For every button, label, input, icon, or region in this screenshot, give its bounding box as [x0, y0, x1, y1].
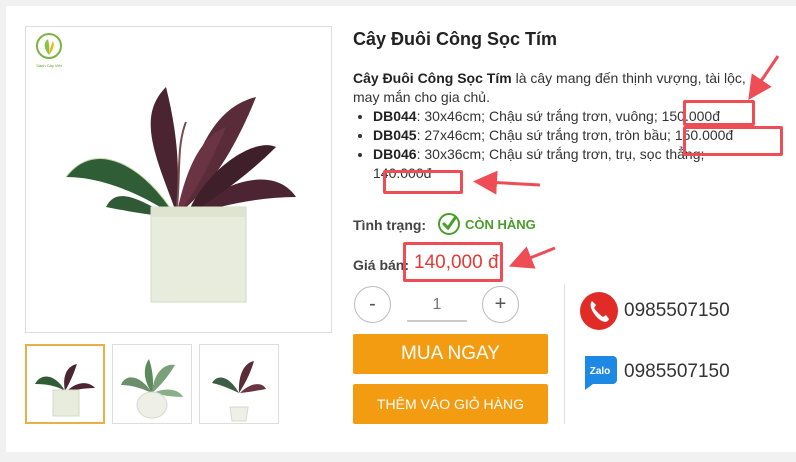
variant-spec: : 30x46cm; Chậu sứ trắng trơn, vuông; [416, 108, 662, 124]
quantity-decrease-button[interactable]: - [354, 286, 391, 323]
annotation-box-variant2-price [683, 126, 783, 156]
variant-code: DB045 [373, 127, 417, 143]
quantity-increase-button[interactable]: + [482, 286, 519, 323]
annotation-box-sale-price [403, 242, 503, 282]
variant-spec: : 27x46cm; Chậu sứ trắng trơn, tròn bầu; [416, 127, 675, 143]
annotation-box-variant1-price [683, 100, 755, 126]
phone-number: 0985507150 [624, 300, 730, 321]
product-main-image[interactable]: Sành Cây Việt [25, 26, 332, 333]
variant-code: DB044 [373, 108, 417, 124]
variant-spec: : 30x36cm; Chậu sứ trắng trơn, trụ, sọc … [416, 146, 705, 162]
product-title: Cây Đuôi Công Sọc Tím [353, 29, 558, 49]
plant-illustration [65, 87, 296, 303]
stock-status-badge: CÒN HÀNG [437, 212, 536, 236]
zalo-number: 0985507150 [624, 361, 730, 382]
add-to-cart-button[interactable]: THÊM VÀO GIỎ HÀNG [353, 384, 548, 424]
description-bold-name: Cây Đuôi Công Sọc Tím [353, 70, 512, 86]
quantity-input[interactable] [407, 290, 467, 322]
stock-text: CÒN HÀNG [465, 216, 536, 232]
svg-text:Sành Cây Việt: Sành Cây Việt [36, 63, 62, 68]
phone-icon [580, 292, 618, 330]
shop-logo: Sành Cây Việt [36, 33, 63, 68]
stock-status-label: Tình trạng: [353, 217, 427, 233]
thumbnail-2[interactable] [112, 344, 192, 424]
zalo-contact[interactable]: Zalo 0985507150 [579, 352, 730, 392]
svg-text:Zalo: Zalo [590, 366, 611, 377]
zalo-icon: Zalo [585, 356, 617, 390]
price-label: Giá bán: [353, 257, 410, 273]
thumbnail-gallery [25, 344, 279, 424]
annotation-box-variant3-price [383, 170, 463, 194]
thumbnail-1[interactable] [25, 344, 105, 424]
buy-now-button[interactable]: MUA NGAY [353, 334, 548, 374]
thumbnail-3[interactable] [199, 344, 279, 424]
variant-code: DB046 [373, 146, 417, 162]
phone-contact[interactable]: 0985507150 [579, 291, 730, 331]
divider [564, 284, 565, 424]
check-circle-icon [438, 213, 460, 235]
